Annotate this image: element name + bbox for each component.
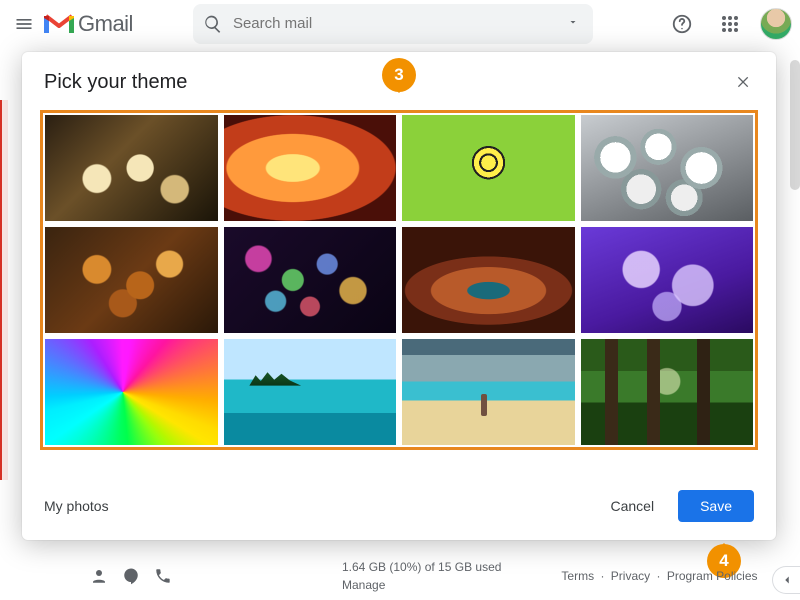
search-box[interactable] xyxy=(193,4,593,44)
apps-grid-icon xyxy=(721,15,739,33)
theme-thumb-forest[interactable] xyxy=(581,339,754,445)
theme-thumb-lake[interactable] xyxy=(224,339,397,445)
hangouts-icons xyxy=(0,567,172,585)
privacy-link[interactable]: Privacy xyxy=(611,569,650,583)
theme-picker-dialog: Pick your theme My photos Cancel Save xyxy=(22,52,776,540)
gmail-logo[interactable]: Gmail xyxy=(44,11,133,37)
theme-thumb-beach[interactable] xyxy=(402,339,575,445)
my-photos-link[interactable]: My photos xyxy=(44,498,109,514)
caret-down-icon xyxy=(567,16,579,28)
gmail-m-icon xyxy=(44,13,74,35)
gmail-header: Gmail xyxy=(0,0,800,48)
dialog-close-button[interactable] xyxy=(730,68,758,96)
footer-links: Terms · Privacy · Program Policies xyxy=(561,569,757,583)
phone-icon[interactable] xyxy=(154,567,172,585)
person-icon[interactable] xyxy=(90,567,108,585)
help-button[interactable] xyxy=(664,6,700,42)
apps-button[interactable] xyxy=(712,6,748,42)
theme-thumb-tubes[interactable] xyxy=(581,115,754,221)
search-icon xyxy=(203,14,223,34)
cancel-button[interactable]: Cancel xyxy=(596,490,668,522)
theme-thumb-caterpillar[interactable] xyxy=(402,115,575,221)
dialog-title: Pick your theme xyxy=(44,71,187,94)
account-avatar[interactable] xyxy=(760,8,792,40)
manage-storage-link[interactable]: Manage xyxy=(342,578,385,592)
save-button[interactable]: Save xyxy=(678,490,754,522)
main-menu-button[interactable] xyxy=(6,6,42,42)
sep: · xyxy=(600,569,604,583)
header-right xyxy=(664,6,792,42)
hamburger-icon xyxy=(14,14,34,34)
side-panel-toggle[interactable] xyxy=(772,566,800,594)
theme-thumb-leaves[interactable] xyxy=(45,227,218,333)
theme-thumb-canyon[interactable] xyxy=(224,115,397,221)
theme-thumb-oil[interactable] xyxy=(45,339,218,445)
dialog-header: Pick your theme xyxy=(22,52,776,104)
theme-grid xyxy=(45,115,753,445)
dialog-footer: My photos Cancel Save xyxy=(22,478,776,540)
sep: · xyxy=(656,569,660,583)
gmail-footer: 1.64 GB (10%) of 15 GB used Manage Terms… xyxy=(0,552,800,600)
theme-thumb-jellyfish[interactable] xyxy=(581,227,754,333)
storage-info: 1.64 GB (10%) of 15 GB used Manage xyxy=(342,558,501,594)
search-options-button[interactable] xyxy=(563,11,583,37)
help-icon xyxy=(671,13,693,35)
search-input[interactable] xyxy=(223,15,563,32)
terms-link[interactable]: Terms xyxy=(561,569,594,583)
inbox-selection-sliver xyxy=(0,100,8,480)
gmail-logo-text: Gmail xyxy=(78,11,133,37)
chevron-left-icon xyxy=(780,573,794,587)
theme-thumb-bokeh[interactable] xyxy=(224,227,397,333)
theme-grid-highlight xyxy=(40,110,758,450)
theme-thumb-horseshoe[interactable] xyxy=(402,227,575,333)
hangouts-icon[interactable] xyxy=(122,567,140,585)
storage-line: 1.64 GB (10%) of 15 GB used xyxy=(342,558,501,576)
theme-thumb-chess[interactable] xyxy=(45,115,218,221)
close-icon xyxy=(736,74,752,90)
policies-link[interactable]: Program Policies xyxy=(667,569,758,583)
scrollbar-thumb[interactable] xyxy=(790,60,800,190)
